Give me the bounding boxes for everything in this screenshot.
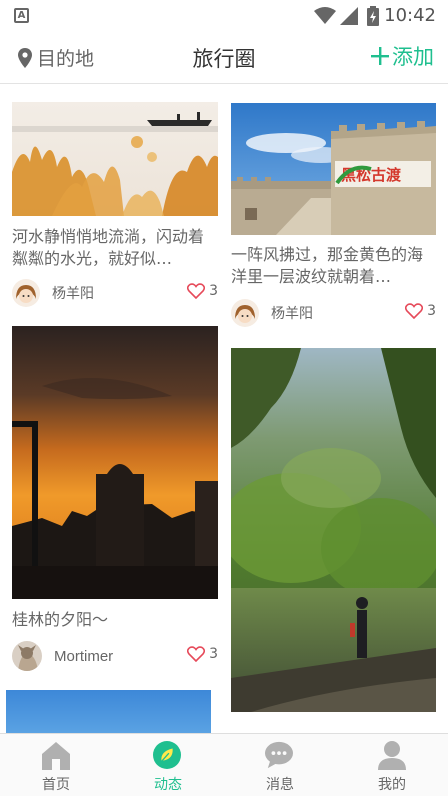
post-photo (231, 348, 436, 712)
like-button[interactable]: 3 (187, 283, 218, 299)
author-name: Mortimer (54, 647, 114, 665)
like-button[interactable]: 3 (405, 303, 436, 319)
travel-feed[interactable]: 河水静悄悄地流淌，闪动着粼粼的水光，就好似… 杨羊阳 3 桂林的夕阳～ Mort… (0, 85, 448, 733)
post-caption: 桂林的夕阳～ (12, 610, 109, 629)
post-caption: 河水静悄悄地流淌，闪动着粼粼的水光，就好似… (12, 227, 205, 268)
avatar (12, 641, 42, 671)
avatar (231, 299, 259, 327)
author-name: 杨羊阳 (271, 306, 313, 322)
post-meta: 杨羊阳 3 (231, 297, 436, 329)
profile-icon (378, 741, 406, 770)
post-card[interactable] (231, 348, 436, 712)
post-meta: Mortimer 3 (12, 640, 218, 672)
status-bar: A 10:42 (0, 0, 448, 32)
nav-moments[interactable]: 动态 (112, 734, 224, 796)
heart-icon (187, 283, 206, 299)
top-app-bar: 目的地 旅行圈 添加 (0, 32, 448, 84)
location-pin-icon (18, 47, 32, 68)
author-name: 杨羊阳 (52, 286, 94, 302)
status-time: 10:42 (384, 5, 436, 26)
add-button[interactable]: 添加 (371, 41, 434, 71)
wifi-icon (314, 7, 336, 24)
heart-icon (187, 646, 206, 662)
nav-messages[interactable]: 消息 (224, 734, 336, 796)
post-card[interactable]: 河水静悄悄地流淌，闪动着粼粼的水光，就好似… 杨羊阳 3 (12, 102, 218, 312)
destination-button[interactable]: 目的地 (18, 44, 94, 71)
nav-label: 我的 (378, 777, 406, 793)
bottom-navigation: 首页 动态 消息 我的 (0, 733, 448, 796)
avatar (12, 279, 40, 307)
post-card[interactable] (6, 690, 211, 733)
nav-label: 消息 (266, 777, 294, 793)
home-icon (42, 742, 70, 770)
nav-home[interactable]: 首页 (0, 734, 112, 796)
destination-label: 目的地 (37, 48, 95, 70)
like-count: 3 (427, 303, 436, 319)
leaf-icon (153, 741, 181, 769)
heart-icon (405, 303, 424, 319)
app-notification-icon: A (14, 8, 29, 23)
signal-icon (340, 7, 358, 25)
post-card[interactable]: 桂林的夕阳～ Mortimer 3 (12, 326, 218, 672)
post-photo (6, 690, 211, 733)
battery-charging-icon (367, 6, 379, 26)
like-button[interactable]: 3 (187, 646, 218, 662)
post-photo: 黑松古渡 (231, 103, 436, 235)
post-caption: 一阵风拂过，那金黄色的海洋里一层波纹就朝着… (231, 245, 424, 286)
add-label: 添加 (392, 45, 434, 69)
post-photo (12, 326, 218, 599)
post-meta: 杨羊阳 3 (12, 277, 218, 309)
nav-label: 动态 (154, 777, 182, 793)
nav-profile[interactable]: 我的 (336, 734, 448, 796)
like-count: 3 (209, 646, 218, 662)
post-photo (12, 102, 218, 216)
nav-label: 首页 (42, 777, 70, 793)
message-icon (265, 741, 293, 769)
like-count: 3 (209, 283, 218, 299)
post-card[interactable]: 黑松古渡 一阵风拂过，那金黄色的海洋里一层波纹就朝着… 杨羊阳 3 (231, 103, 436, 335)
plus-icon (371, 47, 389, 65)
